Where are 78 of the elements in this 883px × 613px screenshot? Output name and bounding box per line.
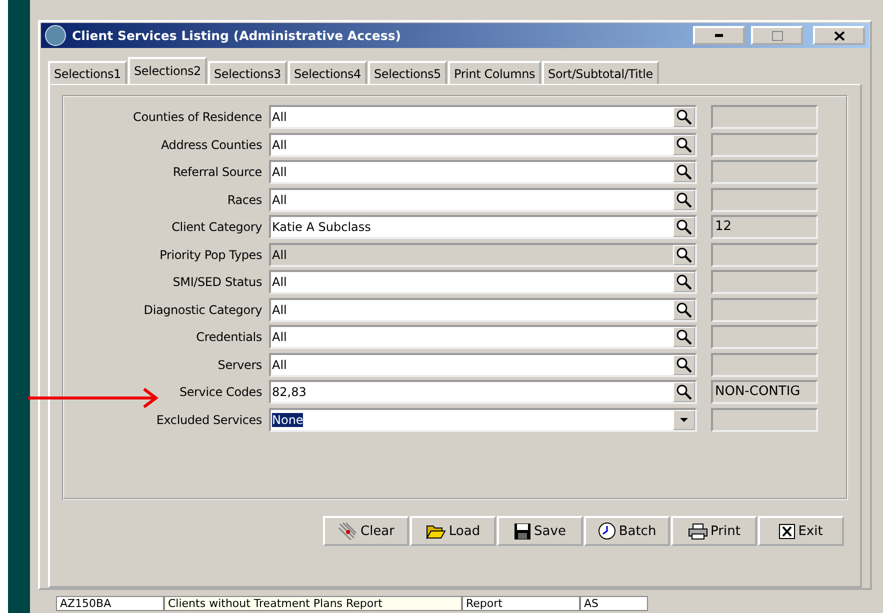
- lookup-field[interactable]: All: [269, 298, 697, 322]
- search-icon: [676, 164, 692, 180]
- lookup-field[interactable]: All: [269, 352, 697, 376]
- search-button[interactable]: [673, 382, 695, 402]
- search-icon: [676, 274, 692, 290]
- table-cell: AS: [580, 596, 648, 611]
- app-logo-icon: [45, 25, 66, 46]
- search-button[interactable]: [673, 272, 695, 292]
- caret-icon: [680, 418, 688, 422]
- lookup-field[interactable]: Katie A Subclass: [269, 215, 697, 239]
- table-cell: Clients without Treatment Plans Report: [164, 596, 462, 611]
- tab[interactable]: Selections2: [128, 57, 207, 84]
- search-button[interactable]: [673, 107, 695, 127]
- maximize-icon: [772, 30, 782, 40]
- lookup-field[interactable]: All: [269, 132, 697, 156]
- search-icon: [676, 136, 692, 152]
- search-icon: [676, 192, 692, 208]
- close-button[interactable]: [813, 26, 865, 45]
- field-label: Referral Source: [172, 165, 263, 179]
- printer-icon: [688, 522, 708, 540]
- info-box: 12: [711, 215, 818, 239]
- field-label: SMI/SED Status: [172, 275, 263, 289]
- search-button[interactable]: [673, 354, 695, 374]
- search-button[interactable]: [673, 134, 695, 154]
- field-label: Diagnostic Category: [142, 302, 263, 316]
- field-label: Excluded Services: [155, 412, 263, 426]
- field-label: Service Codes: [178, 385, 263, 399]
- toolbar-button[interactable]: Print: [671, 516, 757, 546]
- clock-icon: [598, 522, 616, 540]
- toolbar-button[interactable]: Save: [497, 516, 583, 546]
- search-button[interactable]: [673, 162, 695, 182]
- table-cell: AZ150BA: [56, 596, 164, 611]
- search-icon: [676, 329, 692, 345]
- minimize-button[interactable]: [693, 26, 745, 45]
- toolbar-button[interactable]: Clear: [323, 516, 409, 546]
- search-icon: [676, 109, 692, 125]
- broom-icon: [338, 522, 358, 540]
- search-icon: [676, 302, 692, 318]
- lookup-field[interactable]: All: [269, 105, 697, 129]
- search-button[interactable]: [673, 217, 695, 237]
- tab[interactable]: Print Columns: [448, 61, 542, 84]
- search-button[interactable]: [673, 190, 695, 210]
- lookup-field[interactable]: All: [269, 325, 697, 349]
- info-box: NON-CONTIG: [711, 380, 818, 404]
- close-icon: [779, 524, 796, 538]
- field-label: Races: [226, 192, 263, 206]
- maximize-button[interactable]: [751, 26, 803, 45]
- lookup-field[interactable]: All: [269, 188, 697, 212]
- close-icon: [834, 30, 844, 40]
- dropdown-field[interactable]: None: [269, 408, 697, 432]
- tab[interactable]: Sort/Subtotal/Title: [542, 61, 659, 84]
- tab[interactable]: Selections4: [288, 61, 367, 84]
- field-label: Servers: [216, 358, 263, 372]
- search-icon: [676, 246, 692, 262]
- tab[interactable]: Selections3: [208, 61, 287, 84]
- search-button[interactable]: [673, 327, 695, 347]
- tab[interactable]: Selections5: [368, 61, 447, 84]
- lookup-field[interactable]: All: [269, 160, 697, 184]
- field-label: Address Counties: [160, 138, 263, 152]
- open-folder-icon: [426, 523, 446, 539]
- window-title: Client Services Listing (Administrative Access): [72, 28, 402, 43]
- toolbar-button[interactable]: Exit: [758, 516, 844, 546]
- search-button[interactable]: [673, 300, 695, 320]
- field-label: Client Category: [170, 220, 263, 234]
- lookup-field[interactable]: 82,83: [269, 380, 697, 404]
- field-label: Priority Pop Types: [158, 248, 263, 262]
- tab[interactable]: Selections1: [48, 61, 127, 84]
- search-icon: [676, 356, 692, 372]
- search-icon: [676, 384, 692, 400]
- search-icon: [676, 219, 692, 235]
- toolbar-button[interactable]: Batch: [584, 516, 670, 546]
- field-label: Counties of Residence: [132, 110, 263, 124]
- dropdown-button[interactable]: [673, 410, 695, 430]
- toolbar-button[interactable]: Load: [410, 516, 496, 546]
- table-cell: Report: [462, 596, 580, 611]
- field-label: Credentials: [195, 330, 263, 344]
- lookup-field[interactable]: All: [269, 270, 697, 294]
- minimize-icon: [715, 34, 723, 37]
